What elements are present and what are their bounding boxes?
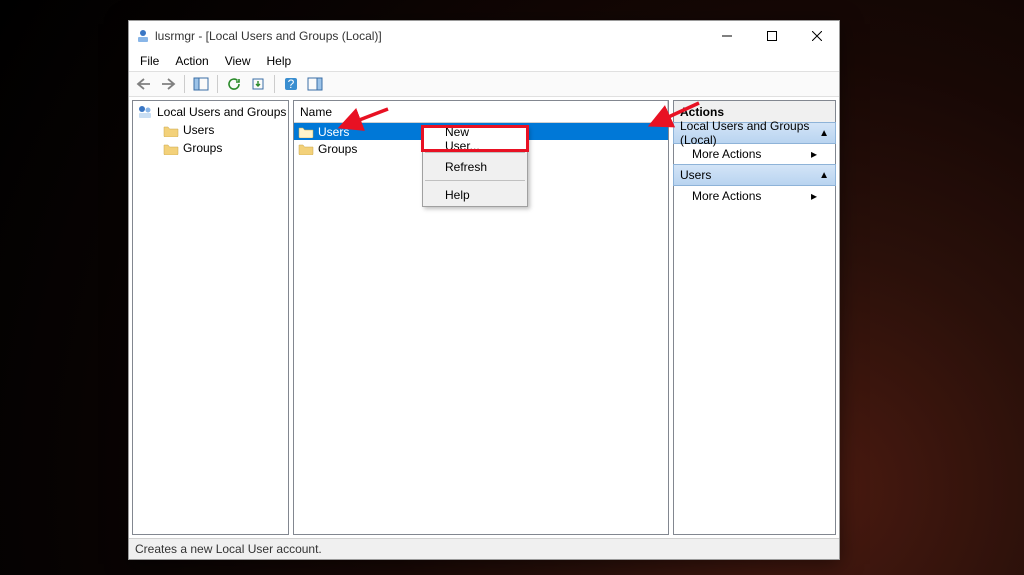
- tree-pane[interactable]: Local Users and Groups (Local) Users Gro…: [132, 100, 289, 535]
- toolbar-separator: [274, 75, 275, 93]
- collapse-arrow-icon: ▲: [819, 170, 829, 181]
- folder-icon: [163, 140, 179, 156]
- ctx-refresh[interactable]: Refresh: [423, 155, 527, 178]
- tree-node-root[interactable]: Local Users and Groups (Local): [133, 103, 288, 121]
- toolbar: ?: [129, 71, 839, 97]
- ctx-help[interactable]: Help: [423, 183, 527, 206]
- actions-more-users-label: More Actions: [692, 189, 761, 203]
- ctx-help-label: Help: [445, 188, 470, 202]
- context-menu: New User... Refresh Help: [422, 126, 528, 207]
- window-caption-buttons: [704, 21, 839, 51]
- actions-more-root[interactable]: More Actions ▸: [674, 143, 835, 165]
- tree-node-groups[interactable]: Groups: [133, 139, 288, 157]
- menu-file[interactable]: File: [133, 52, 166, 70]
- list-row-groups-label: Groups: [318, 142, 357, 156]
- column-name[interactable]: Name: [294, 101, 668, 122]
- users-groups-icon: [137, 104, 153, 120]
- maximize-button[interactable]: [749, 21, 794, 51]
- help-button[interactable]: ?: [280, 73, 302, 95]
- actions-section-root[interactable]: Local Users and Groups (Local) ▲: [673, 122, 836, 144]
- actions-section-users[interactable]: Users ▲: [673, 164, 836, 186]
- tree-node-users-label: Users: [183, 123, 214, 137]
- app-icon: [135, 28, 151, 44]
- statusbar: Creates a new Local User account.: [129, 539, 839, 559]
- export-list-button[interactable]: [247, 73, 269, 95]
- menu-help[interactable]: Help: [260, 52, 299, 70]
- ctx-new-user-label: New User...: [445, 125, 505, 153]
- list-pane[interactable]: Name Users Groups New User...: [293, 100, 669, 535]
- folder-icon: [163, 122, 179, 138]
- body-panes: Local Users and Groups (Local) Users Gro…: [129, 97, 839, 539]
- submenu-arrow-icon: ▸: [811, 189, 817, 203]
- ctx-refresh-label: Refresh: [445, 160, 487, 174]
- forward-button[interactable]: [157, 73, 179, 95]
- tree-node-groups-label: Groups: [183, 141, 222, 155]
- close-button[interactable]: [794, 21, 839, 51]
- actions-more-users[interactable]: More Actions ▸: [674, 185, 835, 207]
- list-row-users-label: Users: [318, 125, 349, 139]
- menu-view[interactable]: View: [218, 52, 258, 70]
- folder-icon: [298, 124, 314, 140]
- ctx-new-user[interactable]: New User...: [423, 127, 527, 150]
- toolbar-separator: [184, 75, 185, 93]
- actions-more-root-label: More Actions: [692, 147, 761, 161]
- tree-root: Local Users and Groups (Local) Users Gro…: [133, 101, 288, 159]
- ctx-separator: [425, 180, 525, 181]
- list-header[interactable]: Name: [294, 101, 668, 123]
- show-hide-tree-button[interactable]: [190, 73, 212, 95]
- actions-pane: Actions Local Users and Groups (Local) ▲…: [673, 100, 836, 535]
- mmc-window: lusrmgr - [Local Users and Groups (Local…: [128, 20, 840, 560]
- minimize-button[interactable]: [704, 21, 749, 51]
- actions-section-users-label: Users: [680, 168, 711, 182]
- folder-icon: [298, 141, 314, 157]
- svg-text:?: ?: [288, 77, 295, 91]
- back-button[interactable]: [133, 73, 155, 95]
- collapse-arrow-icon: ▲: [819, 128, 829, 139]
- tree-node-users[interactable]: Users: [133, 121, 288, 139]
- submenu-arrow-icon: ▸: [811, 147, 817, 161]
- menubar: File Action View Help: [129, 51, 839, 71]
- toolbar-separator: [217, 75, 218, 93]
- show-hide-action-pane-button[interactable]: [304, 73, 326, 95]
- statusbar-text: Creates a new Local User account.: [135, 542, 322, 556]
- refresh-button[interactable]: [223, 73, 245, 95]
- tree-node-root-label: Local Users and Groups (Local): [157, 105, 289, 119]
- window-title: lusrmgr - [Local Users and Groups (Local…: [151, 29, 704, 43]
- menu-action[interactable]: Action: [168, 52, 215, 70]
- titlebar[interactable]: lusrmgr - [Local Users and Groups (Local…: [129, 21, 839, 51]
